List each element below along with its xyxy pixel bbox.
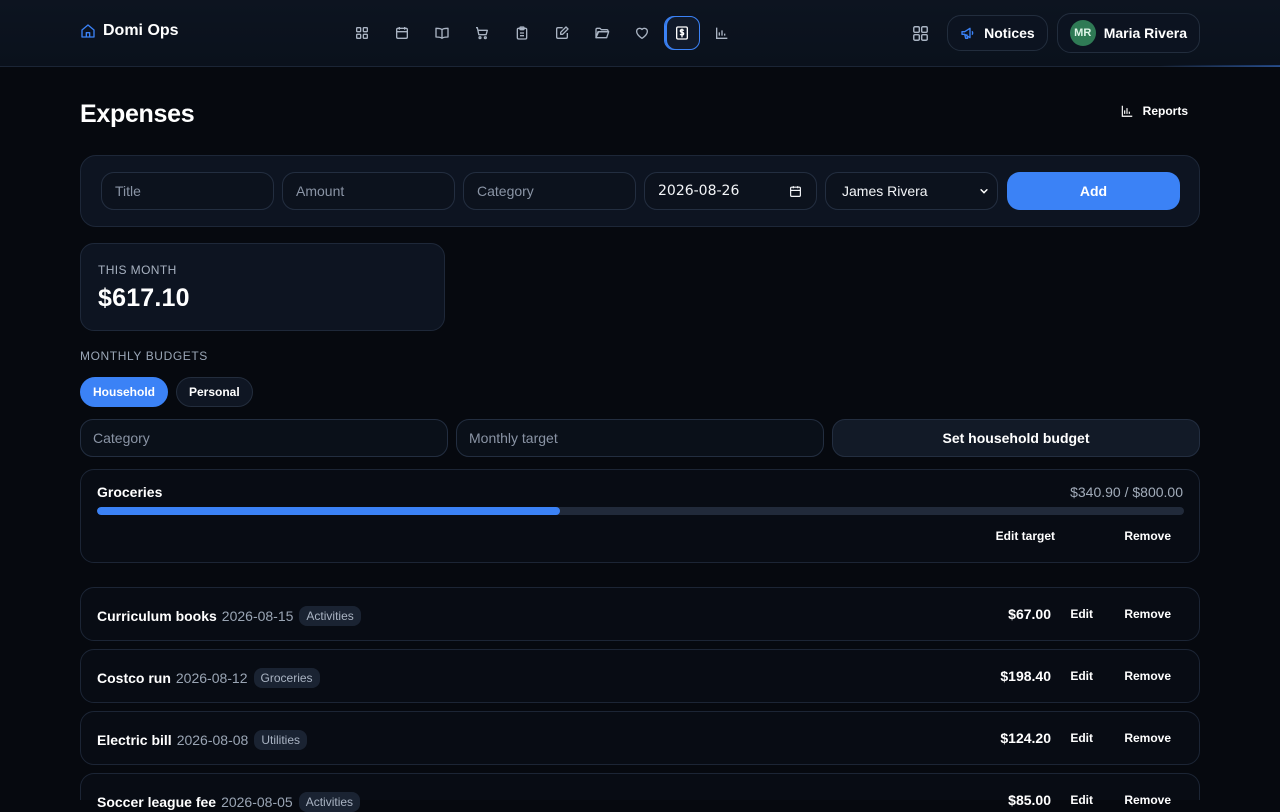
nav-tasks-button[interactable] [504,16,540,50]
expense-category-tag: Groceries [253,668,320,688]
brand-name: Domi Ops [103,22,179,39]
avatar: MR [1069,20,1096,46]
nav-shopping-button[interactable] [464,16,500,50]
expense-amount-input[interactable]: Amount [282,172,455,210]
this-month-summary-card: THIS MONTH $617.10 [80,243,445,331]
user-name: Maria Rivera [1103,25,1187,41]
expense-date: 2026-08-05 [221,794,293,810]
edit-expense-button[interactable]: Edit [1070,731,1093,745]
budget-scope-tabs: Household Personal [80,377,253,407]
brand-home-link[interactable]: Domi Ops [80,22,179,40]
expense-amount: $67.00 [1008,606,1051,622]
remove-expense-button[interactable]: Remove [1124,607,1171,621]
page-title: Expenses [80,100,195,128]
home-icon [81,24,95,38]
budget-target-input[interactable]: Monthly target [456,419,824,457]
nav-expenses-button[interactable] [664,16,700,50]
expense-date-input[interactable]: 2026-08-26 [644,172,817,210]
expense-row: Electric bill 2026-08-08 Utilities $124.20… [80,711,1200,765]
this-month-label: THIS MONTH [98,263,177,277]
apps-grid-icon [912,25,928,41]
expense-category-placeholder: Category [477,183,534,199]
nav-book-button[interactable] [424,16,460,50]
expense-row: Costco run 2026-08-12 Groceries $198.40 Ed… [80,649,1200,703]
add-expense-button[interactable]: Add [1007,172,1180,210]
budget-card-groceries: Groceries $340.90 / $800.00 Edit target … [80,469,1200,563]
calendar-picker-icon[interactable] [789,185,802,198]
remove-expense-button[interactable]: Remove [1124,731,1171,745]
remove-expense-button[interactable]: Remove [1124,669,1171,683]
expense-title-input[interactable]: Title [101,172,274,210]
chart-icon [716,27,728,39]
heart-icon [636,27,648,39]
expense-title: Electric bill [97,732,172,748]
nav-health-button[interactable] [624,16,660,50]
notices-label: Notices [984,25,1035,41]
budget-progress-bar [97,507,1184,515]
edit-expense-button[interactable]: Edit [1070,793,1093,807]
budget-target-placeholder: Monthly target [469,430,558,446]
expense-date: 2026-08-15 [221,608,294,624]
budget-category-placeholder: Category [93,430,150,446]
cart-icon [476,27,488,40]
tab-household[interactable]: Household [80,377,168,407]
remove-expense-button[interactable]: Remove [1124,793,1171,807]
user-menu-button[interactable]: MR Maria Rivera [1056,13,1200,53]
expense-amount: $124.20 [1000,730,1051,746]
folder-icon [595,27,610,39]
reports-link[interactable]: Reports [1120,104,1188,118]
edit-expense-button[interactable]: Edit [1070,669,1093,683]
expense-row: Soccer league fee 2026-08-05 Activities $8… [80,773,1200,812]
tab-personal[interactable]: Personal [176,377,253,407]
book-icon [435,27,449,39]
budget-category-input[interactable]: Category [80,419,448,457]
budget-progress-fill [97,507,561,515]
nav-reports-button[interactable] [704,16,740,50]
top-navigation-bar: Domi Ops Notices MR Maria Rivera [0,0,1280,67]
expense-category-tag: Activities [299,606,361,626]
expense-amount-placeholder: Amount [296,183,345,199]
nav-notes-button[interactable] [544,16,580,50]
nav-documents-button[interactable] [584,16,620,50]
chevron-down-icon [980,189,988,194]
budget-spent-of-target: $340.90 / $800.00 [1070,484,1183,500]
expense-category-input[interactable]: Category [463,172,636,210]
set-household-budget-button[interactable]: Set household budget [832,419,1200,457]
expense-category-tag: Activities [298,792,361,812]
reports-label: Reports [1142,104,1188,118]
header-actions: Notices MR Maria Rivera [902,13,1200,53]
expense-title: Costco run [97,670,171,686]
expense-title: Soccer league fee [97,794,217,810]
expense-date: 2026-08-08 [176,732,249,748]
dashboard-icon [356,26,368,39]
clipboard-icon [516,26,528,40]
monthly-budgets-heading: MONTHLY BUDGETS [80,349,208,363]
dollar-icon [676,26,688,40]
remove-budget-button[interactable]: Remove [1124,529,1171,543]
module-nav [344,16,740,50]
nav-dashboard-button[interactable] [344,16,380,50]
edit-target-button[interactable]: Edit target [996,529,1055,543]
apps-grid-button[interactable] [902,14,938,52]
this-month-total: $617.10 [98,284,190,312]
expense-payer-select[interactable]: James Rivera [825,172,998,210]
expense-date-value: 2026-08-26 [658,183,740,199]
expense-payer-value: James Rivera [842,183,928,199]
bar-chart-icon [1121,105,1132,117]
megaphone-icon [961,27,974,39]
expense-category-tag: Utilities [254,730,307,750]
calendar-icon [396,27,408,39]
nav-calendar-button[interactable] [384,16,420,50]
notices-button[interactable]: Notices [947,15,1048,51]
budget-category-name: Groceries [97,484,163,500]
expense-row: Curriculum books 2026-08-15 Activities $67… [80,587,1200,641]
expense-amount: $85.00 [1008,792,1051,808]
expense-date: 2026-08-12 [175,670,248,686]
edit-expense-button[interactable]: Edit [1070,607,1093,621]
expense-title-placeholder: Title [115,183,141,199]
add-expense-form: Title Amount Category 2026-08-26 James R… [80,155,1200,227]
expense-title: Curriculum books [97,608,217,624]
edit-note-icon [556,26,569,39]
expense-amount: $198.40 [1000,668,1051,684]
